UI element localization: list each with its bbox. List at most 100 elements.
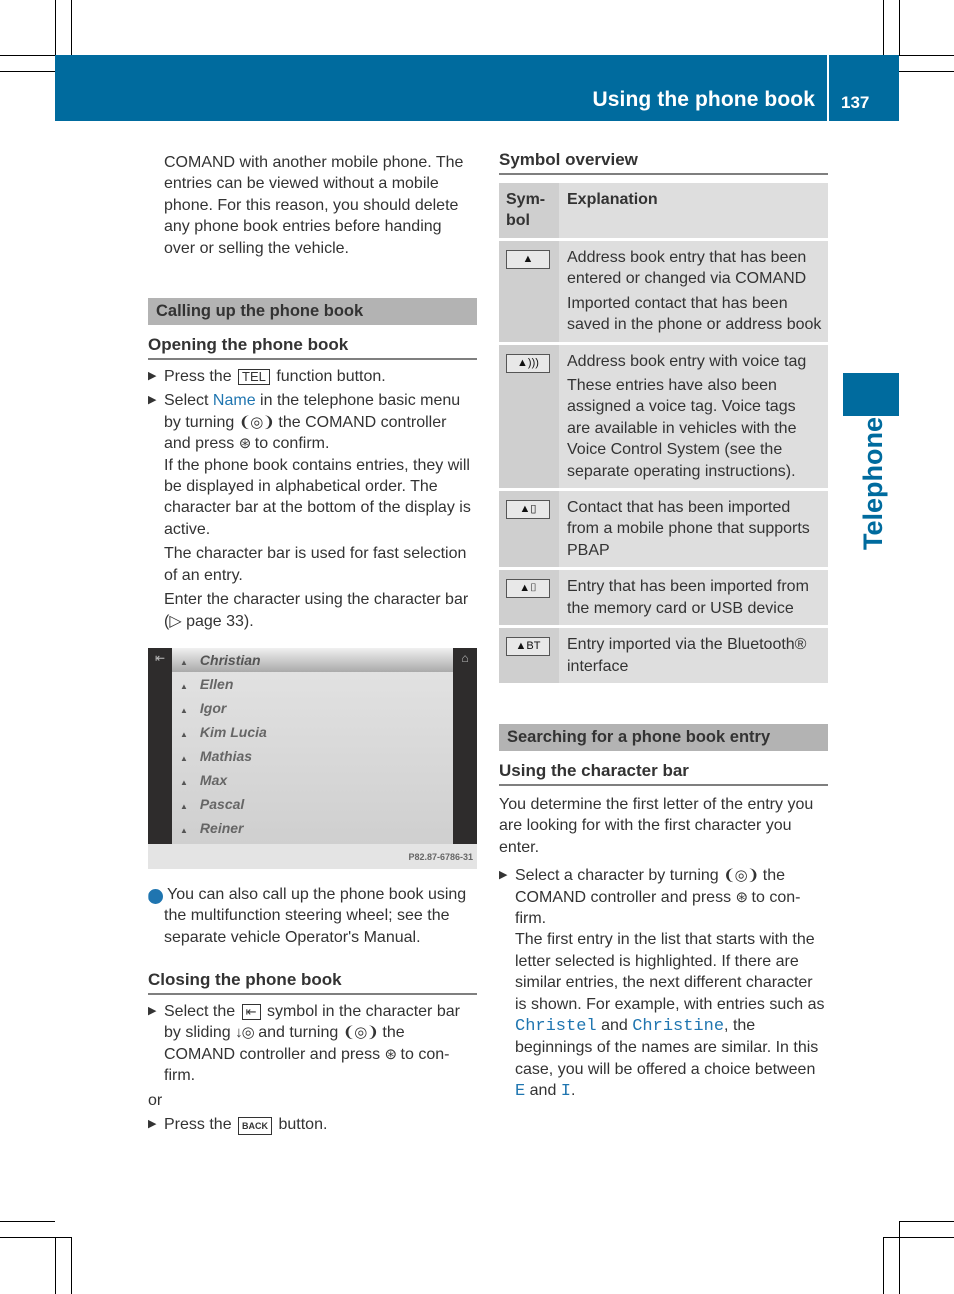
menu-item-name: Name (212, 392, 256, 410)
contact-list-item: ▲ Pascal (172, 792, 453, 816)
crop-mark (71, 0, 72, 55)
example-name-christel: Christel (515, 1016, 597, 1036)
person-icon: ▲ (180, 754, 188, 763)
contact-name: Ellen (199, 676, 234, 692)
section-heading-searching: Searching for a phone book entry (499, 723, 828, 751)
symbol-cell: ▲BT (499, 626, 559, 686)
paragraph-fast-selection: The character bar is used for fast selec… (164, 545, 467, 584)
image-code: P82.87-6786-31 (408, 852, 473, 862)
contact-name: Igor (199, 700, 227, 716)
step-arrow-icon: ▶ (148, 1118, 157, 1131)
chapter-label: Telephone (858, 416, 888, 550)
contact-list: ▲ Christian ▲ Ellen ▲ Igor ▲ Kim Lucia ▲ Mathias ▲… (172, 648, 453, 844)
crop-mark (899, 1221, 954, 1222)
person-usb-icon: ▲⌷ (506, 579, 550, 599)
info-note: i You can also call up the phone book usi… (145, 886, 467, 946)
step-arrow-icon: ▶ (148, 394, 157, 407)
crop-mark (883, 1237, 954, 1238)
page-title: Using the phone book (592, 88, 815, 111)
table-header-row: Sym-bol Explanation (499, 183, 828, 241)
contact-list-item: ▲ Ellen (172, 672, 453, 696)
contact-list-item: ▲ Max (172, 768, 453, 792)
step-press-tel: ▶ Press the TEL function button. (148, 366, 477, 387)
back-icon: ⇤ (154, 651, 166, 665)
left-column: COMAND with another mobile phone. The en… (148, 152, 477, 632)
page-number: 137 (841, 93, 870, 112)
chapter-tab-marker (843, 373, 899, 416)
paragraph-similar-entries: The first entry in the list that starts … (515, 931, 825, 1102)
crop-mark (883, 1237, 884, 1294)
contact-name: Pascal (199, 796, 245, 812)
intro-paragraph: COMAND with another mobile phone. The en… (164, 154, 464, 257)
explanation-cell: Address book entry with voice tag These e… (559, 343, 828, 492)
subheading-opening: Opening the phone book (148, 335, 477, 361)
contact-name: Max (199, 772, 228, 788)
controller-turn-icon: ❨◎❩ (238, 413, 275, 431)
person-icon: ▲ (180, 658, 188, 667)
contact-name: Kim Lucia (199, 724, 267, 740)
crop-mark (0, 55, 55, 56)
controller-press-icon: ⊛ (735, 888, 749, 906)
symbol-cell: ▲))) (499, 343, 559, 492)
contact-list-item: ▲ Mathias (172, 744, 453, 768)
closing-section: Closing the phone book ▶ Select the ⇤ sy… (148, 970, 477, 1136)
right-column: Symbol overview Sym-bol Explanation ▲ Add… (499, 150, 828, 1103)
symbol-cell: ▲⌷ (499, 568, 559, 629)
person-icon: ▲ (506, 250, 550, 269)
explanation-text: Address book entry that has been entered… (567, 249, 807, 288)
or-text: or (148, 1091, 163, 1109)
person-icon: ▲ (180, 802, 188, 811)
step-arrow-icon: ▶ (148, 370, 157, 383)
crop-mark (0, 1237, 71, 1238)
person-phone-icon: ▲▯ (506, 500, 550, 520)
explanation-cell: Entry imported via the Bluetooth® interf… (559, 626, 828, 686)
subheading-closing: Closing the phone book (148, 970, 477, 995)
symbol-cell: ▲ (499, 239, 559, 345)
contact-list-item: ▲ Reiner (172, 816, 453, 840)
crop-mark (55, 0, 56, 55)
explanation-text: Entry that has been imported from the me… (567, 578, 809, 617)
crop-mark (899, 71, 954, 72)
column-header-explanation: Explanation (559, 183, 828, 241)
contact-name: Mathias (199, 748, 253, 764)
contact-list-item: ▲ Kim Lucia (172, 720, 453, 744)
step-arrow-icon: ▶ (148, 1005, 157, 1017)
subheading-symbol-overview: Symbol overview (499, 150, 828, 175)
section-heading-calling-up: Calling up the phone book (148, 298, 477, 326)
table-row: ▲BT Entry imported via the Bluetooth® int… (499, 626, 828, 686)
explanation-text: Imported contact that has been saved in … (567, 294, 822, 334)
contact-list-item: ▲ Igor (172, 696, 453, 720)
crop-mark (0, 1221, 55, 1222)
paragraph-alphabetical: If the phone book contains entries, they… (164, 456, 471, 538)
person-icon: ▲ (180, 706, 188, 715)
step-arrow-icon: ▶ (499, 869, 508, 882)
controller-press-icon: ⊛ (384, 1045, 398, 1063)
crop-mark (899, 55, 954, 56)
example-letter-e: E (515, 1082, 526, 1102)
contact-name: Reiner (199, 820, 244, 836)
back-symbol-icon: ⇤ (241, 1004, 261, 1020)
explanation-text: Contact that has been imported from a mo… (567, 499, 810, 559)
person-bluetooth-icon: ▲BT (506, 637, 550, 657)
person-icon: ▲ (180, 730, 188, 739)
explanation-text: Address book entry with voice tag (567, 352, 807, 370)
crop-mark (71, 1237, 72, 1294)
paragraph-first-letter: You determine the first letter of the en… (499, 795, 814, 856)
explanation-cell: Address book entry that has been entered… (559, 239, 828, 345)
table-row: ▲))) Address book entry with voice tag The… (499, 343, 828, 492)
screen-right-bar: ⌂ (453, 648, 477, 844)
crop-mark (899, 0, 900, 55)
step-select-back-symbol: ▶ Select the ⇤ symbol in the character b… (148, 1003, 460, 1085)
screen-left-bar: ⇤ (148, 648, 172, 844)
explanation-text: Entry imported via the Bluetooth® interf… (567, 636, 807, 675)
step-select-name: ▶ Select Name in the telephone basic men… (148, 392, 461, 453)
explanation-text: These entries have also been assigned a … (567, 377, 797, 480)
example-name-christine: Christine (632, 1016, 725, 1036)
person-icon: ▲ (180, 682, 188, 691)
page-header: Using the phone book 137 (55, 55, 899, 121)
info-icon: i (146, 889, 163, 904)
step-press-back: ▶ Press the BACK button. (148, 1114, 477, 1136)
table-row: ▲⌷ Entry that has been imported from the … (499, 568, 828, 629)
tel-key-icon: TEL (238, 369, 270, 386)
character-bar: P82.87-6786-31 (148, 844, 477, 869)
